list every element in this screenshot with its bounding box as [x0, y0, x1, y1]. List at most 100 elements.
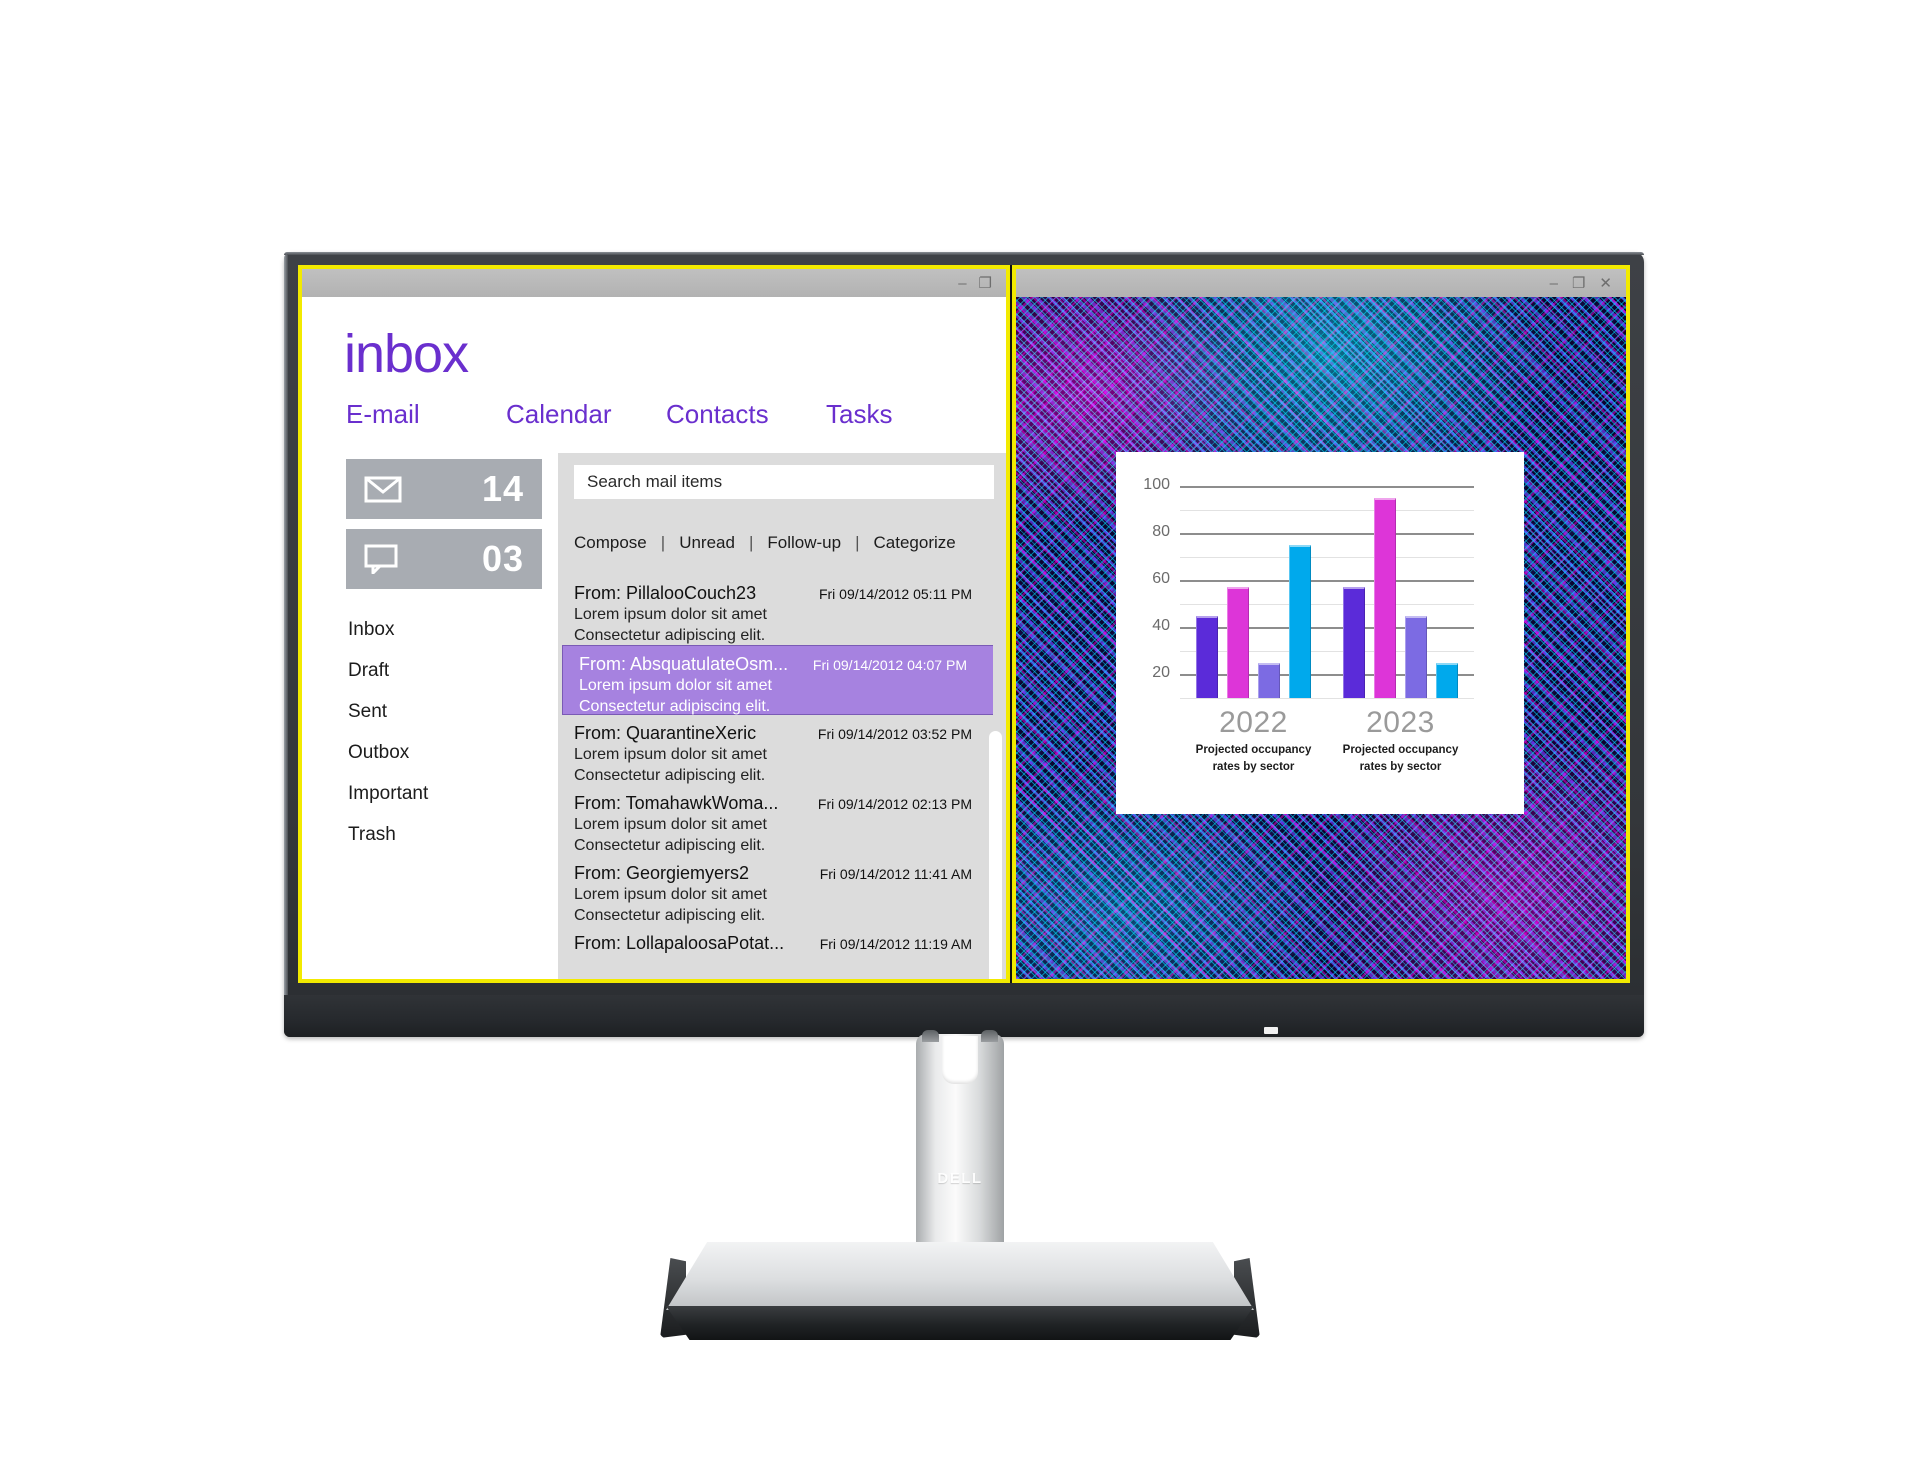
mail-timestamp: Fri 09/14/2012 11:19 AM — [819, 936, 972, 952]
mail-action-bar[interactable]: Compose | Unread | Follow-up | Categoriz… — [574, 533, 956, 553]
chart-plot-area: 100 80 60 40 20 — [1143, 476, 1474, 699]
bar-2022-s3 — [1258, 662, 1280, 698]
mail-snippet-line2: Consectetur adipiscing elit. — [579, 697, 771, 715]
mail-snippet-line1: Lorem ipsum dolor sit amet — [574, 816, 767, 833]
sidebar-item-important[interactable]: Important — [348, 783, 428, 805]
mail-snippet-line1: Lorem ipsum dolor sit amet — [579, 677, 772, 694]
search-input[interactable]: Search mail items — [574, 465, 994, 499]
unread-filter-button[interactable]: Unread — [679, 533, 735, 553]
mail-timestamp: Fri 09/14/2012 05:11 PM — [818, 586, 972, 602]
monitor-chin — [284, 995, 1644, 1037]
bar-2023-s2 — [1374, 497, 1396, 698]
bar-chart-card: 100 80 60 40 20 2022 Projected occupancy… — [1116, 452, 1524, 814]
list-item-selected[interactable]: From: AbsquatulateOsm... Fri 09/14/2012 … — [562, 645, 1006, 715]
mail-tab-bar[interactable]: E-mail Calendar Contacts Tasks — [346, 399, 986, 430]
action-separator-1: | — [660, 533, 666, 552]
sidebar-item-trash[interactable]: Trash — [348, 824, 428, 846]
mail-timestamp: Fri 09/14/2012 11:41 AM — [819, 866, 972, 882]
bar-2022-s2 — [1227, 587, 1249, 698]
x-axis-year: 2022 — [1219, 706, 1288, 739]
bezel-top-highlight — [284, 252, 1644, 255]
bar-group-2022 — [1180, 486, 1327, 698]
bar-2023-s1 — [1343, 587, 1365, 698]
mail-snippet-line2: Consectetur adipiscing elit. — [574, 836, 766, 854]
mail-snippet-line2: Consectetur adipiscing elit. — [574, 766, 766, 784]
action-separator-2: | — [748, 533, 754, 552]
action-separator-3: | — [855, 533, 860, 552]
envelope-icon — [364, 476, 402, 503]
search-input-value: Search mail items — [587, 472, 723, 491]
tab-email[interactable]: E-mail — [346, 399, 506, 430]
tab-contacts[interactable]: Contacts — [666, 399, 826, 430]
mail-timestamp: Fri 09/14/2012 02:13 PM — [817, 796, 972, 812]
mail-snippet-line1: Lorem ipsum dolor sit amet — [574, 886, 767, 903]
gridline-10 — [1180, 698, 1474, 699]
mail-sender: From: TomahawkWoma... — [574, 793, 779, 813]
dell-monitor: – ❐ inbox E-mail Calendar Contacts Tasks — [0, 0, 1920, 1472]
categorize-button[interactable]: Categorize — [874, 533, 956, 553]
x-axis-year: 2023 — [1366, 706, 1435, 739]
bar-2022-s4 — [1289, 544, 1311, 698]
mail-app-window[interactable]: – ❐ inbox E-mail Calendar Contacts Tasks — [298, 265, 1010, 983]
list-item[interactable]: From: PillalooCouch23 Fri 09/14/2012 05:… — [558, 575, 1006, 645]
dell-logo: DELL — [937, 1170, 983, 1187]
mail-timestamp: Fri 09/14/2012 04:07 PM — [812, 657, 967, 673]
bar-2022-s1 — [1196, 615, 1218, 698]
minimize-icon[interactable]: – — [958, 276, 966, 291]
compose-button[interactable]: Compose — [574, 533, 647, 553]
mail-list-scrollbar-thumb[interactable] — [989, 731, 1002, 979]
mail-item-list[interactable]: From: PillalooCouch23 Fri 09/14/2012 05:… — [558, 575, 1006, 979]
sidebar-item-sent[interactable]: Sent — [348, 701, 428, 723]
wallpaper-window-titlebar[interactable]: – ❐ ✕ — [1016, 269, 1626, 297]
mail-snippet-line1: Lorem ipsum dolor sit amet — [574, 746, 767, 763]
restore-icon[interactable]: ❐ — [1572, 276, 1585, 291]
ytick-label: 20 — [1152, 664, 1170, 682]
tab-tasks[interactable]: Tasks — [826, 399, 986, 430]
tab-calendar[interactable]: Calendar — [506, 399, 666, 430]
bar-2023-s4 — [1436, 662, 1458, 698]
power-led[interactable] — [1264, 1027, 1278, 1034]
list-item[interactable]: From: LollapaloosaPotat... Fri 09/14/201… — [558, 925, 1006, 979]
followup-filter-button[interactable]: Follow-up — [767, 533, 841, 553]
minimize-icon[interactable]: – — [1550, 276, 1558, 291]
mail-sender: From: PillalooCouch23 — [574, 583, 757, 603]
sidebar-item-outbox[interactable]: Outbox — [348, 742, 428, 764]
mail-snippet-line1: Lorem ipsum dolor sit amet — [574, 606, 767, 623]
list-item[interactable]: From: TomahawkWoma... Fri 09/14/2012 02:… — [558, 785, 1006, 855]
bezel-left-edge — [284, 254, 288, 1032]
ytick-label: 60 — [1152, 570, 1170, 588]
mail-sender: From: LollapaloosaPotat... — [574, 933, 785, 953]
mail-snippet-line2: Consectetur adipiscing elit. — [574, 906, 766, 924]
x-group-2023: 2023 Projected occupancy rates by sector — [1327, 706, 1474, 775]
mail-window-titlebar[interactable]: – ❐ — [302, 269, 1006, 297]
unread-mail-count: 14 — [481, 468, 524, 509]
mail-list-scrollbar[interactable] — [989, 591, 1006, 979]
stand-neck-cap-right — [981, 1030, 998, 1042]
unread-mail-counter[interactable]: 14 — [346, 459, 542, 519]
bar-chart: 100 80 60 40 20 2022 Projected occupancy… — [1116, 452, 1524, 814]
mail-sender: From: AbsquatulateOsm... — [579, 654, 789, 674]
x-group-2022: 2022 Projected occupancy rates by sector — [1180, 706, 1327, 775]
list-item[interactable]: From: Georgiemyers2 Fri 09/14/2012 11:41… — [558, 855, 1006, 925]
monitor-stand-base-front — [666, 1306, 1254, 1340]
mail-snippet-line2: Consectetur adipiscing elit. — [574, 626, 766, 644]
page-title: inbox — [344, 324, 469, 384]
mail-sender: From: QuarantineXeric — [574, 723, 757, 743]
ytick-label: 80 — [1152, 523, 1170, 541]
sidebar-item-draft[interactable]: Draft — [348, 660, 428, 682]
unread-chat-counter[interactable]: 03 — [346, 529, 542, 589]
stand-neck-cap-left — [922, 1030, 939, 1042]
unread-chat-count: 03 — [481, 538, 524, 579]
list-item[interactable]: From: QuarantineXeric Fri 09/14/2012 03:… — [558, 715, 1006, 785]
restore-icon[interactable]: ❐ — [979, 276, 992, 291]
close-icon[interactable]: ✕ — [1599, 276, 1612, 291]
x-axis-caption-line2: rates by sector — [1212, 761, 1295, 774]
chart-bars — [1180, 486, 1474, 698]
ytick-label: 40 — [1152, 617, 1170, 635]
sidebar-item-inbox[interactable]: Inbox — [348, 619, 428, 641]
x-axis-caption-line1: Projected occupancy — [1195, 744, 1312, 756]
folder-list[interactable]: Inbox Draft Sent Outbox Important Trash — [348, 619, 428, 846]
mail-timestamp: Fri 09/14/2012 03:52 PM — [817, 726, 972, 742]
x-axis-caption-line1: Projected occupancy — [1342, 744, 1459, 756]
x-axis-caption-line2: rates by sector — [1359, 761, 1442, 774]
